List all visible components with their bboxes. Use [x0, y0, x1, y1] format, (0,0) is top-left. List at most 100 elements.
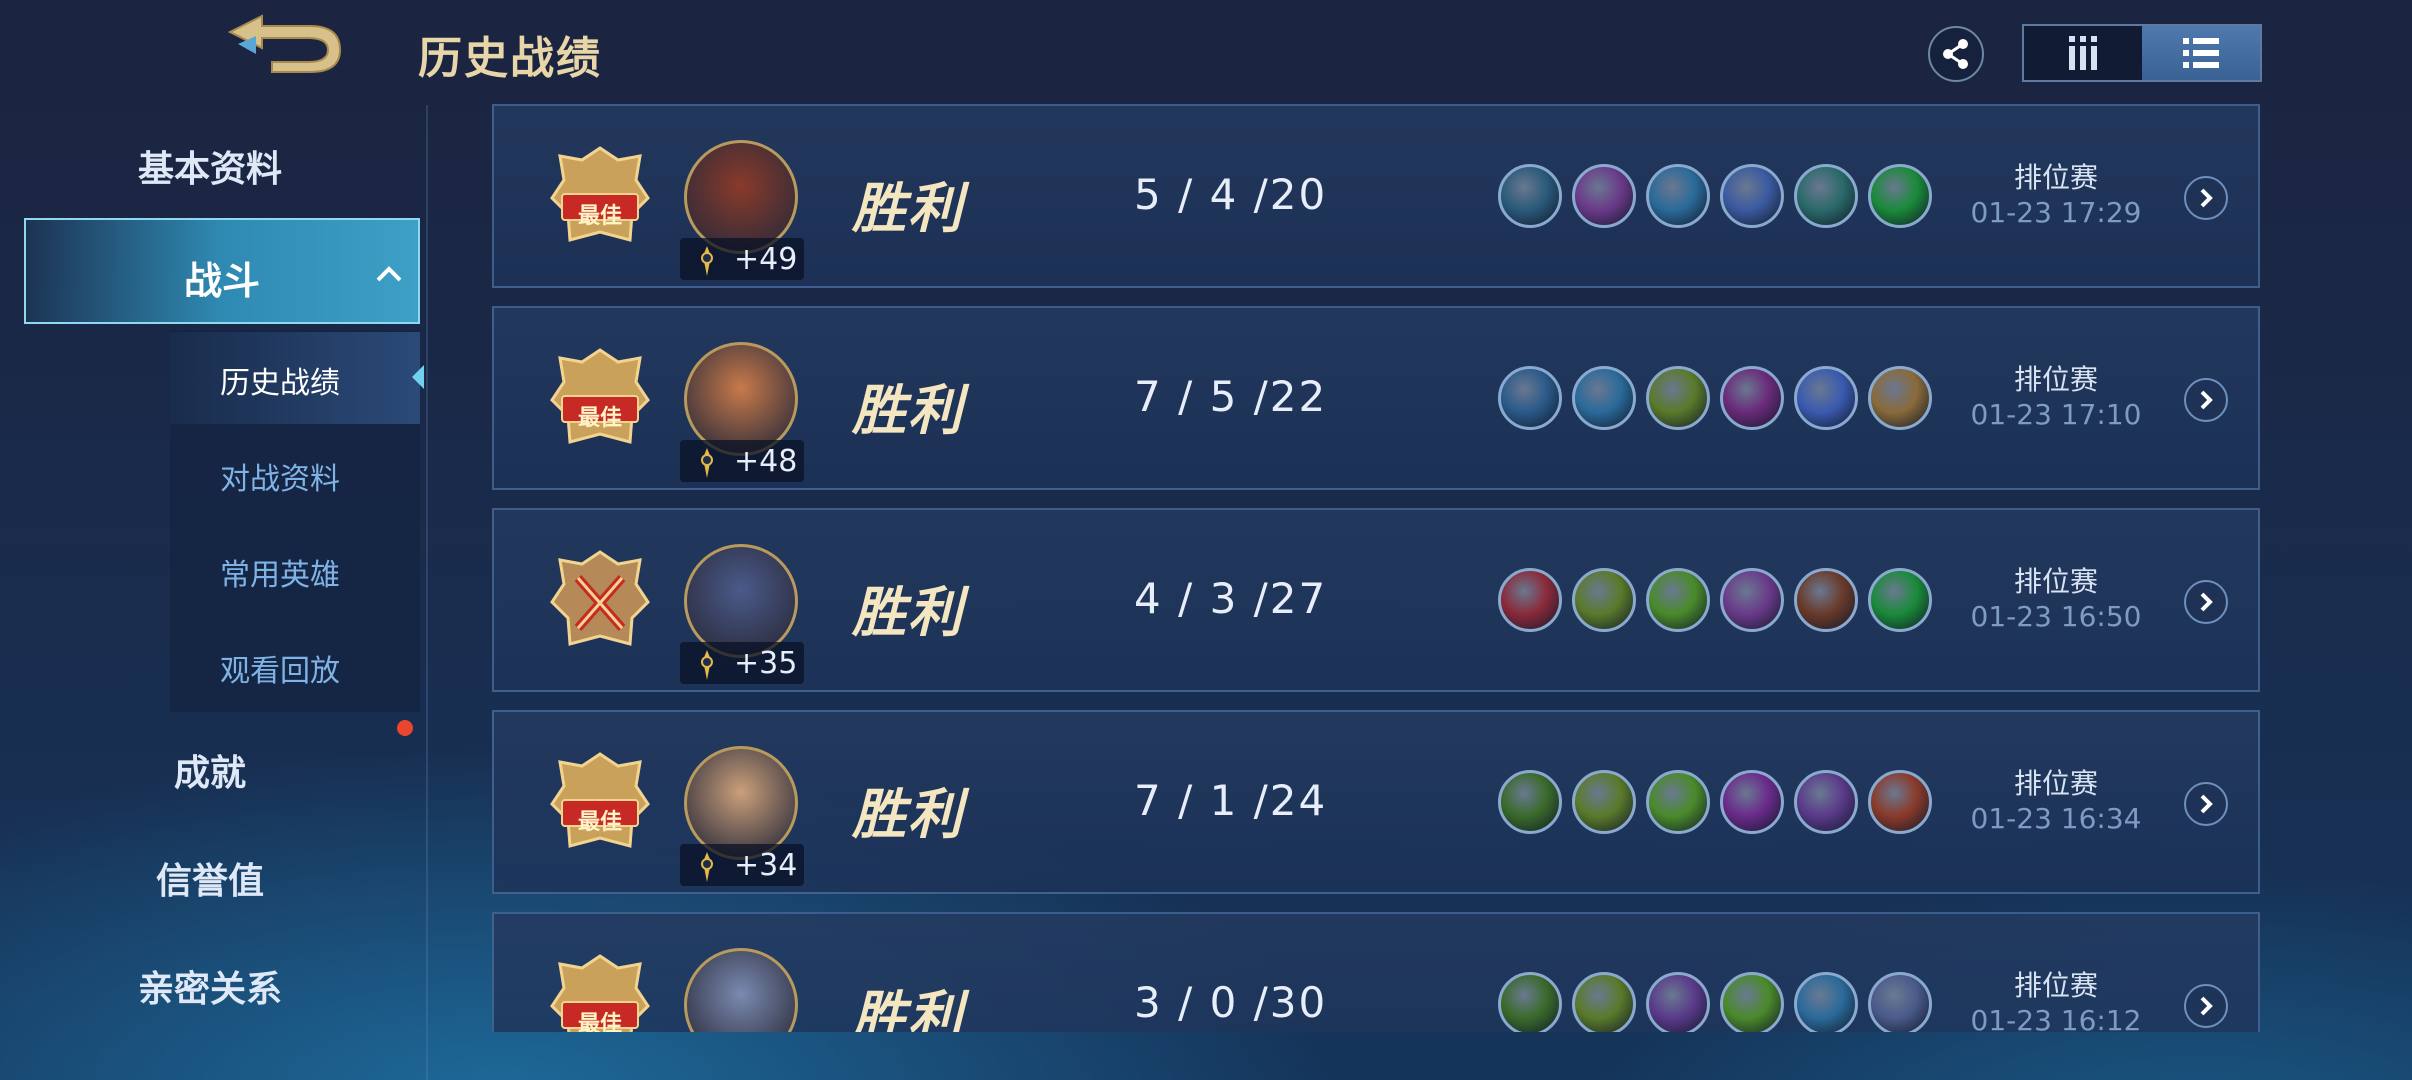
equipment-item-icon [1572, 568, 1636, 632]
detail-button[interactable] [2184, 984, 2228, 1028]
detail-button[interactable] [2184, 580, 2228, 624]
equipment-list [1498, 972, 1932, 1032]
hero-avatar[interactable] [684, 140, 798, 254]
equipment-item-icon [1498, 770, 1562, 834]
sidebar-item-battle-data[interactable]: 对战资料 [0, 454, 560, 498]
match-time: 01-23 16:12 [1970, 1004, 2142, 1032]
match-result: 胜利 [852, 378, 964, 442]
match-row[interactable]: 最佳 +48 胜利 7 / 5 /22 排位赛 01-23 17:10 [492, 306, 2260, 490]
sidebar-item-credit[interactable]: 信誉值 [0, 852, 420, 904]
match-list[interactable]: 最佳 +49 胜利 5 / 4 /20 排位赛 01-23 17:29 最佳 +… [492, 104, 2260, 1032]
equipment-item-icon [1498, 972, 1562, 1032]
rank-star-icon [701, 246, 713, 276]
equipment-list [1498, 568, 1932, 632]
equipment-item-icon [1646, 770, 1710, 834]
equipment-item-icon [1868, 568, 1932, 632]
grid-view-button[interactable] [2024, 26, 2142, 80]
equipment-item-icon [1498, 568, 1562, 632]
equipment-item-icon [1868, 770, 1932, 834]
sidebar-item-basic-info[interactable]: 基本资料 [0, 140, 420, 192]
equipment-item-icon [1794, 972, 1858, 1032]
mvp-label: 最佳 [577, 406, 622, 431]
equipment-item-icon [1572, 164, 1636, 228]
equipment-item-icon [1498, 366, 1562, 430]
equipment-item-icon [1868, 366, 1932, 430]
match-mode: 排位赛 [2013, 363, 2098, 396]
notification-dot [397, 720, 413, 736]
match-time: 01-23 16:34 [1970, 802, 2142, 835]
score-gain: +48 [734, 444, 798, 479]
detail-button[interactable] [2184, 176, 2228, 220]
share-button[interactable] [1928, 26, 1984, 82]
match-row[interactable]: 最佳 +34 胜利 7 / 1 /24 排位赛 01-23 16:34 [492, 710, 2260, 894]
match-mode: 排位赛 [2013, 767, 2098, 800]
match-row[interactable]: +35 胜利 4 / 3 /27 排位赛 01-23 16:50 [492, 508, 2260, 692]
match-row[interactable]: 最佳 胜利 3 / 0 /30 排位赛 01-23 16:12 [492, 912, 2260, 1032]
kda: 7 / 1 /24 [1134, 776, 1328, 825]
equipment-item-icon [1572, 972, 1636, 1032]
match-time: 01-23 17:10 [1970, 398, 2142, 431]
sidebar-item-history[interactable]: 历史战绩 [0, 358, 560, 402]
equipment-item-icon [1720, 972, 1784, 1032]
detail-button[interactable] [2184, 378, 2228, 422]
equipment-item-icon [1720, 770, 1784, 834]
equipment-item-icon [1572, 366, 1636, 430]
match-mode: 排位赛 [2013, 161, 2098, 194]
match-row[interactable]: 最佳 +49 胜利 5 / 4 /20 排位赛 01-23 17:29 [492, 104, 2260, 288]
list-view-button[interactable] [2142, 26, 2260, 80]
chevron-up-icon [376, 266, 402, 282]
equipment-item-icon [1572, 770, 1636, 834]
hero-avatar[interactable] [684, 544, 798, 658]
match-time: 01-23 17:29 [1970, 196, 2142, 229]
sidebar-item-battle[interactable]: 战斗 [24, 218, 420, 324]
sidebar-item-replay[interactable]: 观看回放 [0, 646, 560, 690]
chevron-right-icon [2200, 188, 2213, 208]
sidebar-item-achievements[interactable]: 成就 [0, 744, 420, 796]
kda: 7 / 5 /22 [1134, 372, 1328, 421]
share-icon [1943, 39, 1968, 69]
score-gain: +35 [734, 646, 798, 681]
page-title: 历史战绩 [418, 33, 602, 84]
match-time: 01-23 16:50 [1970, 600, 2142, 633]
detail-button[interactable] [2184, 782, 2228, 826]
kda: 4 / 3 /27 [1134, 574, 1328, 623]
match-mode: 排位赛 [2013, 969, 2098, 1002]
equipment-item-icon [1868, 972, 1932, 1032]
equipment-list [1498, 164, 1932, 228]
equipment-item-icon [1646, 972, 1710, 1032]
crossed-swords-medal-icon [550, 550, 650, 646]
score-gain: +34 [734, 848, 798, 883]
equipment-item-icon [1720, 568, 1784, 632]
equipment-list [1498, 366, 1932, 430]
sidebar-item-common-heroes[interactable]: 常用英雄 [0, 550, 560, 594]
rank-star-icon [701, 852, 713, 882]
match-result: 胜利 [852, 580, 964, 644]
match-result: 胜利 [852, 984, 964, 1032]
list-icon [2183, 38, 2219, 68]
hero-avatar[interactable] [684, 342, 798, 456]
columns-icon [2069, 36, 2097, 70]
sidebar-item-intimacy[interactable]: 亲密关系 [0, 960, 420, 1012]
mvp-label: 最佳 [577, 204, 622, 229]
back-arrow-icon [227, 14, 342, 73]
equipment-item-icon [1794, 164, 1858, 228]
chevron-right-icon [2200, 390, 2213, 410]
sidebar-item-label: 战斗 [183, 259, 260, 303]
chevron-right-icon [2200, 996, 2213, 1016]
equipment-item-icon [1646, 568, 1710, 632]
equipment-item-icon [1720, 164, 1784, 228]
equipment-item-icon [1868, 164, 1932, 228]
chevron-right-icon [2200, 592, 2213, 612]
equipment-item-icon [1646, 366, 1710, 430]
view-toggle[interactable] [2022, 24, 2262, 82]
hero-avatar[interactable] [684, 948, 798, 1032]
match-mode: 排位赛 [2013, 565, 2098, 598]
kda: 3 / 0 /30 [1134, 978, 1328, 1027]
hero-avatar[interactable] [684, 746, 798, 860]
rank-star-icon [701, 650, 713, 680]
back-button[interactable] [210, 10, 350, 80]
kda: 5 / 4 /20 [1134, 170, 1328, 219]
match-result: 胜利 [852, 176, 964, 240]
equipment-item-icon [1794, 568, 1858, 632]
mvp-label: 最佳 [577, 810, 622, 835]
